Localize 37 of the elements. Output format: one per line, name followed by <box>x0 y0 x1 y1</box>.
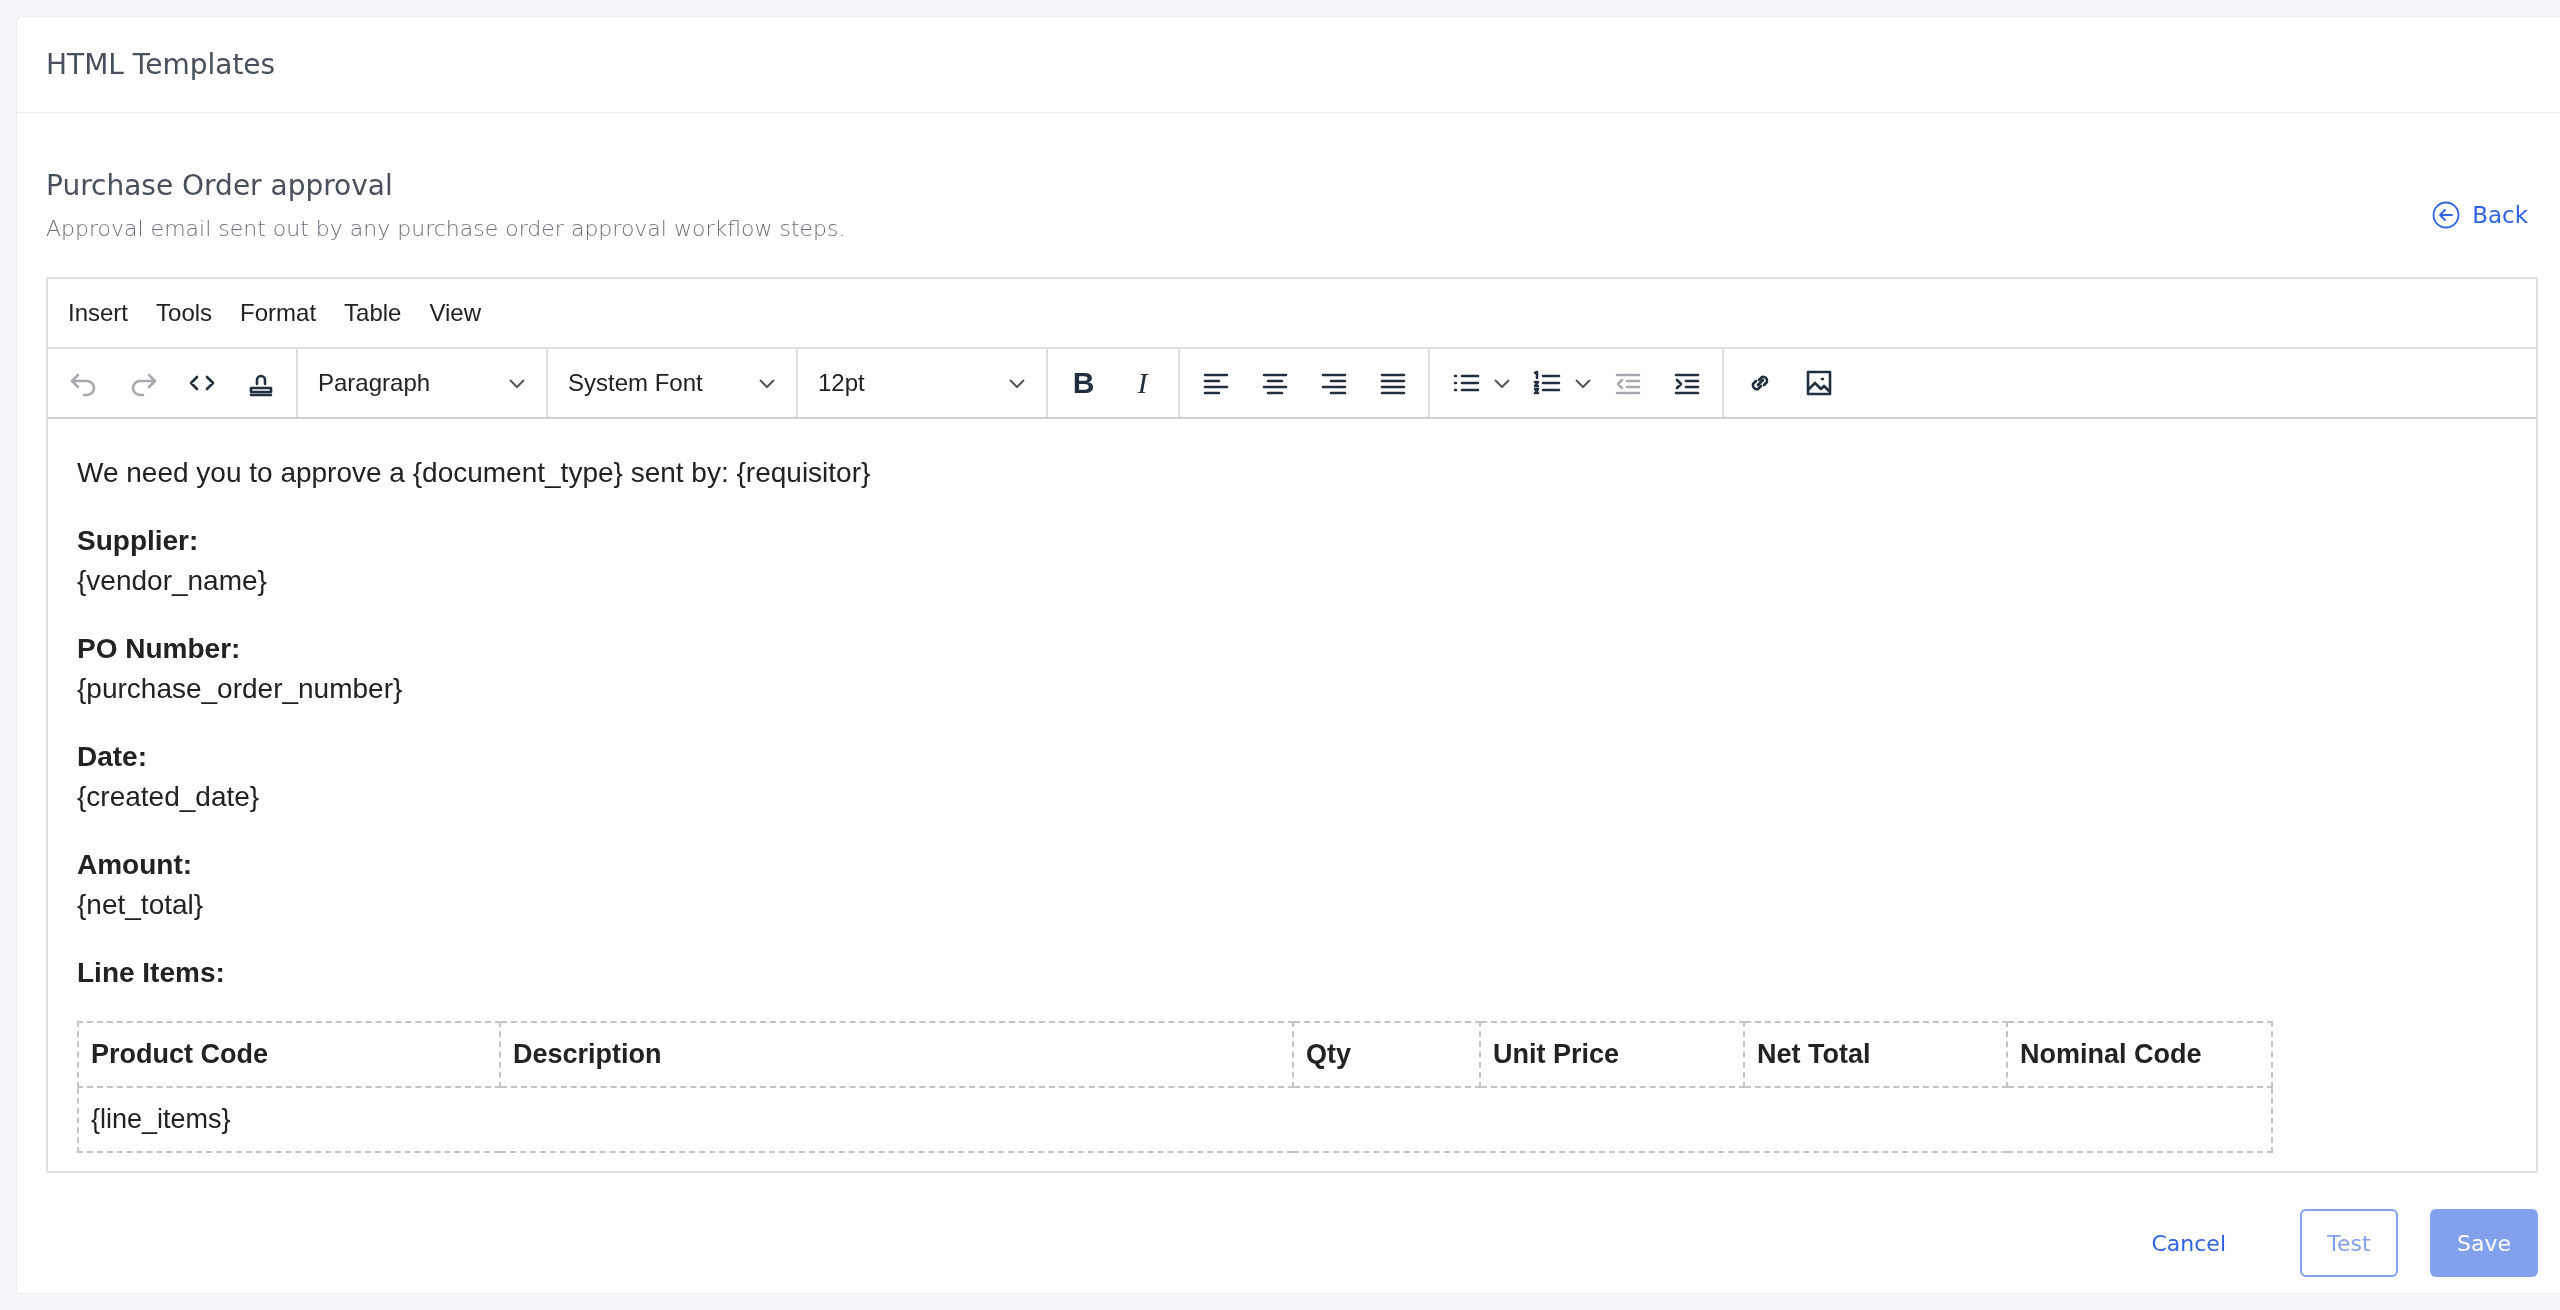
chevron-down-icon <box>758 377 776 389</box>
body-text: We need you to approve a {document_type} sent by: {requisitor} <box>77 456 872 490</box>
field-label: Date: <box>77 740 148 774</box>
column-header: Description <box>500 1022 1293 1087</box>
menu-item[interactable]: View <box>429 299 482 327</box>
italic-button[interactable]: I <box>1115 358 1170 408</box>
column-header: Qty <box>1293 1022 1480 1087</box>
template-variable: {created_date} <box>77 780 261 814</box>
page-title: HTML Templates <box>46 48 276 81</box>
dropdown-select[interactable]: System Font <box>556 358 788 408</box>
bold-button[interactable]: B <box>1056 358 1111 408</box>
template-variable: {vendor_name} <box>77 564 268 598</box>
menu-item[interactable]: Tools <box>156 299 213 327</box>
section-label: Line Items: <box>77 956 226 990</box>
column-header: Unit Price <box>1480 1022 1744 1087</box>
chevron-down-icon <box>508 377 526 389</box>
menu-item[interactable]: Insert <box>68 299 129 327</box>
template-variable: {net_total} <box>77 888 205 922</box>
field-label: Supplier: <box>77 524 200 558</box>
field-label: PO Number: <box>77 632 242 666</box>
table-cell: {line_items} <box>78 1087 2272 1152</box>
dropdown-select[interactable]: Paragraph <box>306 358 538 408</box>
chevron-down-icon <box>1008 377 1026 389</box>
template-description: Approval email sent out by any purchase order approval workflow steps. <box>46 216 846 241</box>
column-header: Nominal Code <box>2007 1022 2272 1087</box>
dropdown-select[interactable]: 12pt <box>806 358 1038 408</box>
cancel-link[interactable]: Cancel <box>2127 1209 2250 1277</box>
menu-item[interactable]: Format <box>240 299 317 327</box>
template-title: Purchase Order approval <box>46 169 394 202</box>
back-link[interactable]: Back <box>2432 201 2528 229</box>
column-header: Net Total <box>1744 1022 2007 1087</box>
template-variable: {purchase_order_number} <box>77 672 404 706</box>
field-label: Amount: <box>77 848 194 882</box>
column-header: Product Code <box>78 1022 500 1087</box>
chevron-down-icon[interactable] <box>1493 377 1511 389</box>
menu-item[interactable]: Table <box>344 299 402 327</box>
chevron-down-icon[interactable] <box>1574 377 1592 389</box>
